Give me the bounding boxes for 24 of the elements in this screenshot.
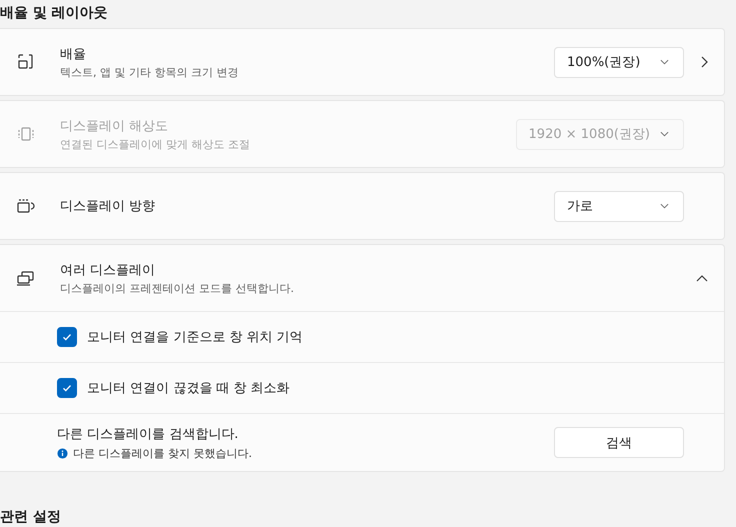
chevron-down-icon	[660, 131, 669, 137]
section-heading: 배율 및 레이아웃	[0, 4, 109, 23]
setting-title: 여러 디스플레이	[60, 262, 156, 278]
chevron-right-icon[interactable]	[700, 56, 708, 68]
search-button[interactable]: 검색	[554, 427, 684, 458]
dropdown[interactable]: 가로	[554, 190, 684, 222]
section-heading: 관련 설정	[0, 508, 62, 527]
checkbox[interactable]	[57, 327, 77, 347]
dropdown[interactable]: 100%(권장)	[554, 46, 684, 78]
setting-description: 디스플레이의 프레젠테이션 모드를 선택합니다.	[60, 280, 295, 296]
chevron-down-icon	[660, 203, 669, 209]
checkbox[interactable]	[57, 378, 77, 398]
checkbox-label: 모니터 연결이 끊겼을 때 창 최소화	[87, 380, 290, 397]
checkbox-label: 모니터 연결을 기준으로 창 위치 기억	[87, 329, 303, 346]
info-icon	[57, 448, 68, 458]
action-label: 다른 디스플레이를 검색합니다.	[57, 426, 240, 442]
setting-title: 디스플레이 해상도	[60, 118, 170, 134]
chevron-up-icon[interactable]	[696, 274, 708, 282]
setting-description: 텍스트, 앱 및 기타 항목의 크기 변경	[60, 64, 240, 80]
setting-description: 연결된 디스플레이에 맞게 해상도 조절	[60, 136, 251, 152]
setting-title: 디스플레이 방향	[60, 198, 156, 215]
setting-title: 배율	[60, 46, 87, 62]
chevron-down-icon	[660, 59, 669, 65]
info-message: 다른 디스플레이를 찾지 못했습니다.	[73, 446, 252, 460]
